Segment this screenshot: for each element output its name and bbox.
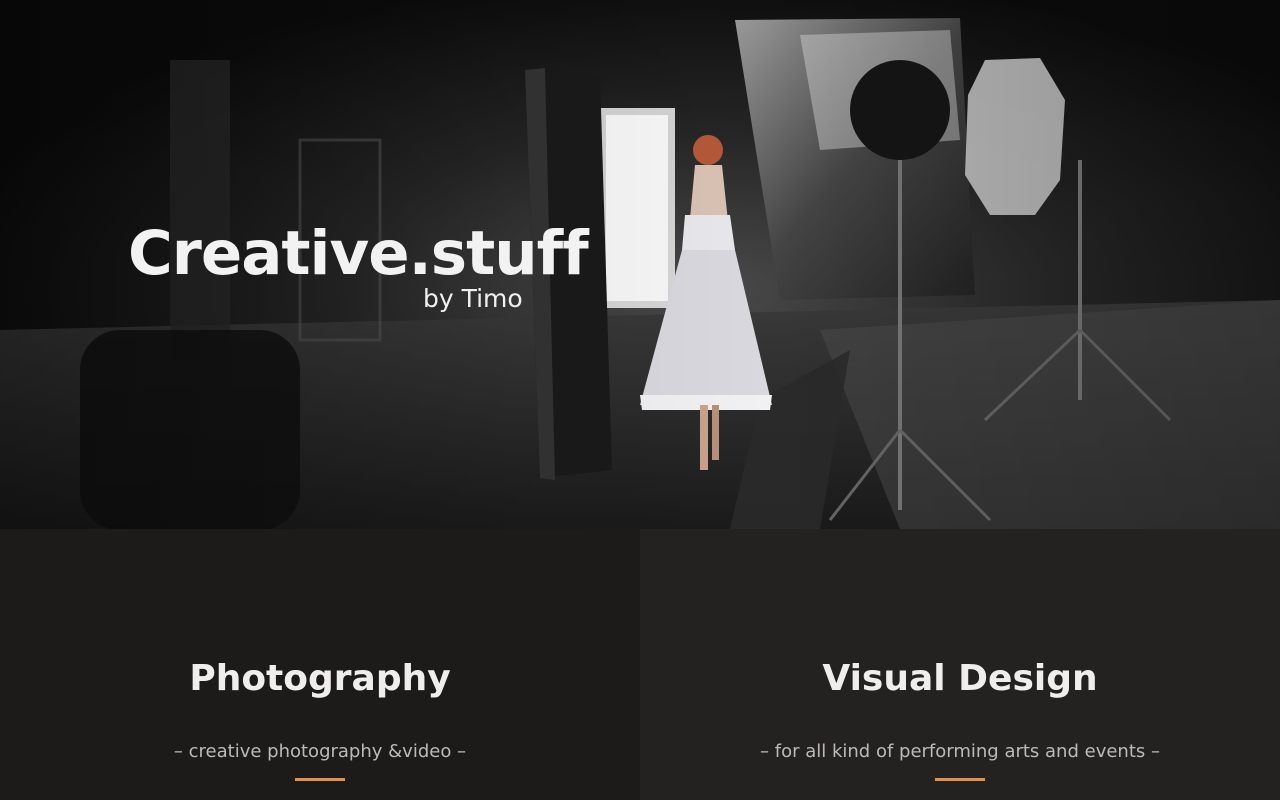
- accent-divider: [295, 778, 345, 781]
- service-panel-photography: Photography – creative photography &vide…: [0, 529, 640, 800]
- service-panel-visual-design: Visual Design – for all kind of performi…: [640, 529, 1280, 800]
- services-section: Photography – creative photography &vide…: [0, 529, 1280, 800]
- service-title-photography: Photography: [189, 658, 451, 699]
- service-tagline-visual-design: – for all kind of performing arts and ev…: [760, 741, 1160, 762]
- accent-divider: [935, 778, 985, 781]
- service-tagline-photography: – creative photography &video –: [173, 741, 467, 762]
- service-title-visual-design: Visual Design: [822, 658, 1098, 699]
- hero-subtitle: by Timo: [423, 284, 523, 313]
- hero-section: Creative.stuff by Timo: [0, 0, 1280, 529]
